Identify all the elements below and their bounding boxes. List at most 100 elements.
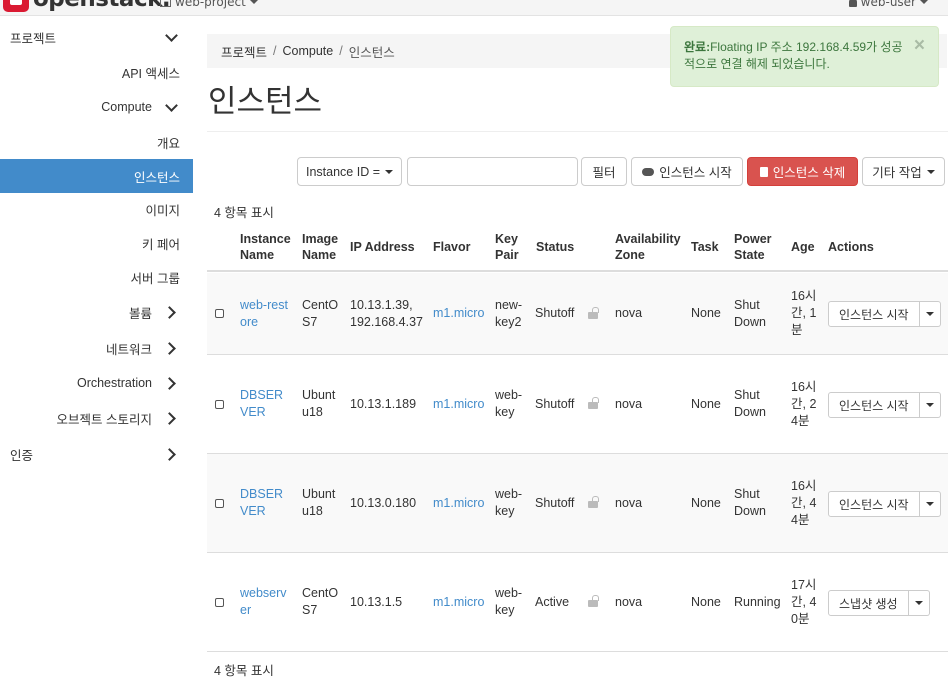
instance-name-link-cell: DBSERVER [240,355,290,453]
ip-address-cell: 10.13.1.5 [350,553,430,651]
brand-text: openstack. [33,0,171,12]
header-key-pair[interactable]: Key Pair [495,222,529,272]
delete-instances-label: 인스턴스 삭제 [772,166,846,180]
instance-name-link[interactable]: webserver [240,585,290,619]
row-checkbox[interactable] [215,498,224,508]
breadcrumb-compute[interactable]: Compute [283,44,334,58]
row-checkbox[interactable] [215,597,224,607]
availability-zone-cell: nova [615,553,665,651]
row-action-button[interactable]: 인스턴스 시작 [828,491,920,517]
row-action-dropdown[interactable] [919,392,941,418]
flavor-link-cell: m1.micro [433,553,488,651]
header-actions: Actions [828,240,874,254]
sidebar-item-label: API 액세스 [121,66,180,81]
status-cell: Shutoff [535,273,585,354]
sidebar-item-network[interactable]: 네트워크 [0,331,193,365]
sidebar-item-images[interactable]: 이미지 [0,192,193,226]
header-status[interactable]: Status [536,222,586,272]
status-cell: Shutoff [535,454,585,552]
flavor-link[interactable]: m1.micro [433,495,484,512]
availability-zone-cell: nova [615,454,665,552]
instance-name-link[interactable]: DBSERVER [240,486,290,520]
sidebar-item-server-groups[interactable]: 서버 그룹 [0,260,193,294]
checkbox-cell [215,454,224,552]
row-action-group: 인스턴스 시작 [828,491,941,517]
row-action-button[interactable]: 인스턴스 시작 [828,301,920,327]
user-dropdown[interactable]: web-user [848,0,928,9]
item-count-top: 4 항목 표시 [214,206,274,220]
flavor-link[interactable]: m1.micro [433,594,484,611]
sidebar-item-label: 키 페어 [142,237,180,252]
row-action-button[interactable]: 스냅샷 생성 [828,590,909,616]
sidebar-item-label: 네트워크 [105,342,152,357]
flavor-link[interactable]: m1.micro [433,305,484,322]
sidebar-item-label: 인증 [10,448,34,463]
power-state: Shut Down [734,388,766,419]
sidebar-item-label: 서버 그룹 [130,271,180,286]
key-pair-cell: web-key [495,553,529,651]
instance-name-link[interactable]: DBSERVER [240,387,290,421]
filter-field-select[interactable]: Instance ID = [297,157,402,186]
close-icon[interactable]: × [914,36,925,55]
sidebar-item-project[interactable]: 프로젝트 [0,20,193,54]
header-ip-address[interactable]: IP Address [350,222,430,272]
sidebar-item-label: Compute [101,100,152,114]
header-image-name[interactable]: Image Name [302,222,346,272]
sidebar-item-object-storage[interactable]: 오브젝트 스토리지 [0,401,193,435]
key-pair: web-key [495,388,523,419]
row-action-dropdown[interactable] [919,491,941,517]
header-task[interactable]: Task [691,222,731,272]
row-action-dropdown[interactable] [919,301,941,327]
sidebar-item-volumes[interactable]: 볼륨 [0,295,193,329]
header-flavor[interactable]: Flavor [433,222,483,272]
row-action-dropdown[interactable] [908,590,930,616]
sidebar-item-overview[interactable]: 개요 [0,125,193,159]
sidebar-item-identity[interactable]: 인증 [0,437,193,471]
row-action-button[interactable]: 인스턴스 시작 [828,392,920,418]
availability-zone: nova [615,594,643,609]
status: Shutoff [535,495,575,510]
image-name: Ubuntu18 [302,388,336,419]
flavor-link[interactable]: m1.micro [433,396,484,413]
chevron-right-icon [162,447,184,461]
row-checkbox[interactable] [215,399,224,409]
lock-cell [588,355,599,453]
filter-button-label: 필터 [592,166,616,180]
sidebar-item-orchestration[interactable]: Orchestration [0,366,193,400]
status: Shutoff [535,396,575,411]
delete-instances-button[interactable]: 인스턴스 삭제 [747,157,858,186]
launch-instance-button[interactable]: 인스턴스 시작 [631,157,743,186]
header-instance-name[interactable]: Instance Name [240,222,300,272]
instance-name-link-cell: webserver [240,553,290,651]
sidebar-item-compute[interactable]: Compute [0,90,193,124]
header-availability-zone[interactable]: Availability Zone [615,222,687,272]
breadcrumb-project[interactable]: 프로젝트 [221,42,267,61]
key-pair: new-key2 [495,297,523,329]
folder-icon [160,0,171,7]
header-age[interactable]: Age [791,222,825,272]
sidebar-item-key-pairs[interactable]: 키 페어 [0,226,193,260]
sidebar-item-label: 오브젝트 스토리지 [56,412,152,427]
more-actions-button[interactable]: 기타 작업 [862,157,945,186]
lock-icon [588,306,599,319]
chevron-right-icon [162,376,184,390]
project-dropdown[interactable]: web-project [160,0,258,9]
ip-address-cell: 10.13.1.39, 192.168.4.37 [350,273,430,354]
breadcrumb-current: 인스턴스 [348,45,395,60]
task: None [691,396,721,411]
filter-input[interactable] [407,157,578,186]
instance-name-link[interactable]: web-restore [240,297,290,331]
filter-button[interactable]: 필터 [581,157,627,186]
power-state: Running [734,594,781,609]
ip-address: 10.13.1.39, 192.168.4.37 [350,297,423,329]
brand[interactable]: openstack. [3,0,171,13]
header-power-state[interactable]: Power State [734,222,784,272]
row-checkbox[interactable] [215,309,224,318]
chevron-right-icon [162,411,184,425]
flavor-link-cell: m1.micro [433,355,488,453]
sidebar-item-instances[interactable]: 인스턴스 [0,159,193,193]
sidebar-item-api-access[interactable]: API 액세스 [0,55,193,89]
table-row: webserver CentOS7 10.13.1.5 m1.micro web-key… [207,553,948,652]
task: None [691,495,721,510]
task-cell: None [691,273,731,354]
